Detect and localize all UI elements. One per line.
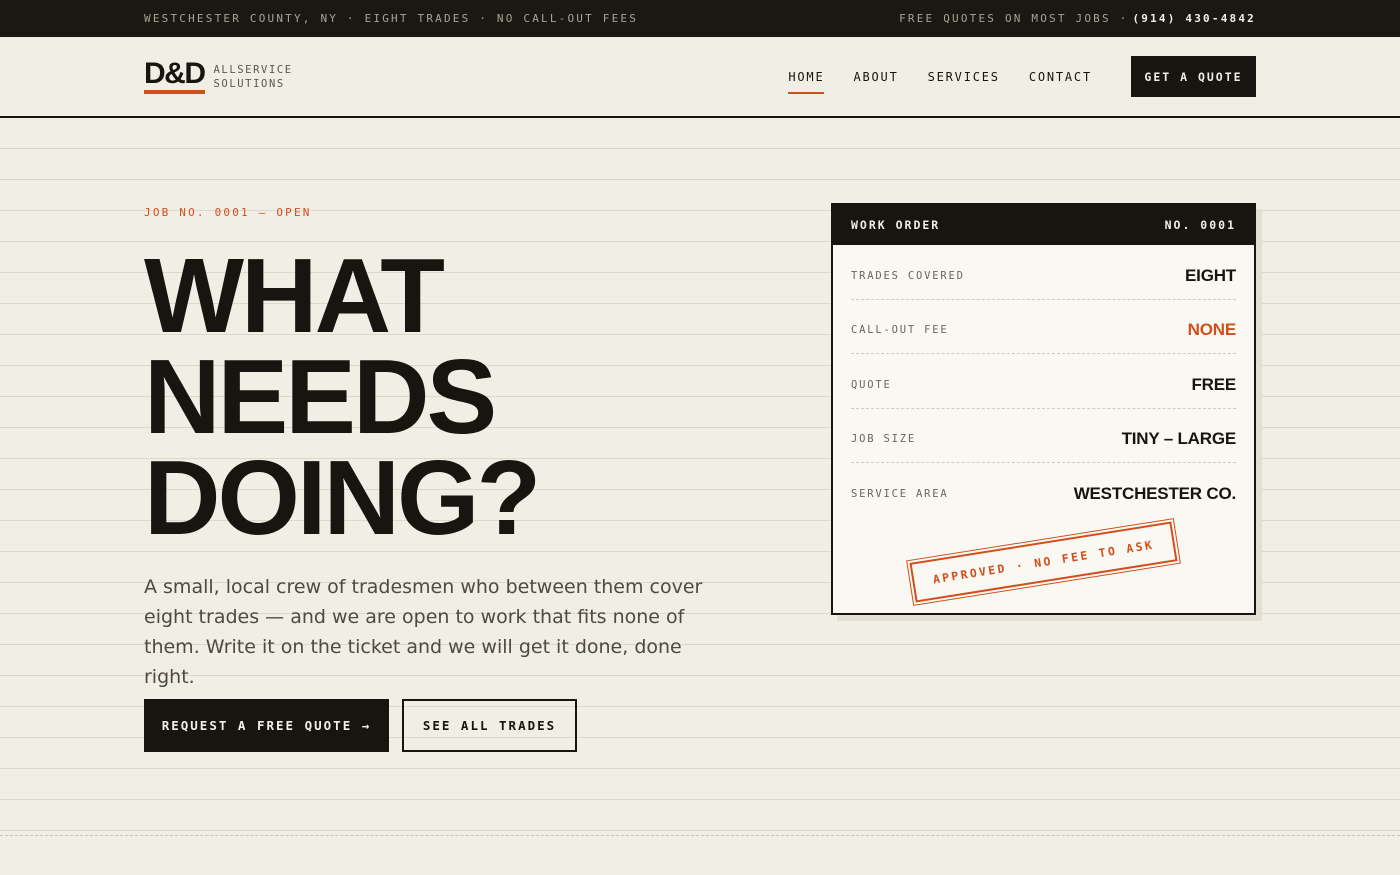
see-all-trades-button[interactable]: SEE ALL TRADES: [402, 699, 577, 752]
headline-line-3: DOING?: [144, 439, 541, 557]
row-value-trades: EIGHT: [1185, 265, 1236, 285]
work-order-rows: TRADES COVERED EIGHT CALL-OUT FEE NONE Q…: [833, 245, 1254, 518]
row-key-trades: TRADES COVERED: [851, 269, 965, 282]
request-free-quote-button[interactable]: REQUEST A FREE QUOTE →: [144, 699, 389, 752]
headline-line-1: WHAT: [144, 237, 445, 355]
section-divider: [0, 835, 1400, 836]
phone-link[interactable]: (914) 430-4842: [1132, 12, 1256, 25]
nav-services[interactable]: SERVICES: [928, 64, 1000, 90]
row-key-service-area: SERVICE AREA: [851, 488, 949, 501]
row-value-callout-fee: NONE: [1187, 320, 1237, 340]
top-info-bar: WESTCHESTER COUNTY, NY · EIGHT TRADES · …: [0, 0, 1400, 37]
work-order-title: WORK ORDER: [851, 218, 941, 232]
approved-stamp: APPROVED · NO FEE TO ASK: [906, 515, 1181, 609]
nav-about[interactable]: ABOUT: [853, 64, 898, 90]
top-info-text: WESTCHESTER COUNTY, NY · EIGHT TRADES · …: [144, 12, 639, 25]
logo[interactable]: D&D: [144, 59, 206, 94]
work-order-row: JOB SIZE TINY – LARGE: [851, 409, 1237, 463]
row-value-service-area: WESTCHESTER CO.: [1073, 484, 1236, 504]
work-order-row: CALL-OUT FEE NONE: [851, 300, 1237, 354]
work-order-header: WORK ORDER NO. 0001: [833, 205, 1254, 245]
row-key-callout-fee: CALL-OUT FEE: [851, 324, 949, 337]
row-value-quote: FREE: [1191, 374, 1236, 394]
work-order-number: NO. 0001: [1164, 218, 1236, 232]
work-order-row: TRADES COVERED EIGHT: [851, 245, 1236, 300]
main-nav: HOME ABOUT SERVICES CONTACT GET A QUOTE: [788, 56, 1256, 97]
row-value-job-size: TINY – LARGE: [1121, 429, 1237, 449]
free-quotes-text: FREE QUOTES ON MOST JOBS ·: [899, 12, 1129, 25]
headline-line-2: NEEDS: [144, 338, 497, 456]
job-number-eyebrow: JOB NO. 0001 — OPEN: [144, 206, 312, 219]
brand-subtitle-line1: ALLSERVICE: [213, 63, 293, 76]
brand[interactable]: D&D ALLSERVICE SOLUTIONS: [144, 59, 293, 94]
nav-home[interactable]: HOME: [788, 64, 825, 94]
hero-description: A small, local crew of tradesmen who bet…: [144, 576, 703, 688]
top-contact: FREE QUOTES ON MOST JOBS · (914) 430-484…: [899, 12, 1256, 25]
row-key-quote: QUOTE: [851, 378, 892, 391]
get-a-quote-button[interactable]: GET A QUOTE: [1131, 56, 1256, 97]
brand-subtitle: ALLSERVICE SOLUTIONS: [214, 63, 293, 91]
nav-contact[interactable]: CONTACT: [1029, 64, 1092, 90]
site-header: D&D ALLSERVICE SOLUTIONS HOME ABOUT SERV…: [0, 37, 1400, 118]
work-order-row: SERVICE AREA WESTCHESTER CO.: [851, 463, 1236, 518]
brand-subtitle-line2: SOLUTIONS: [213, 77, 285, 90]
row-key-job-size: JOB SIZE: [851, 433, 916, 446]
work-order-card: WORK ORDER NO. 0001 TRADES COVERED EIGHT…: [831, 203, 1256, 615]
hero-headline: WHAT NEEDS DOING?: [144, 237, 541, 557]
work-order-row: QUOTE FREE: [851, 354, 1236, 409]
